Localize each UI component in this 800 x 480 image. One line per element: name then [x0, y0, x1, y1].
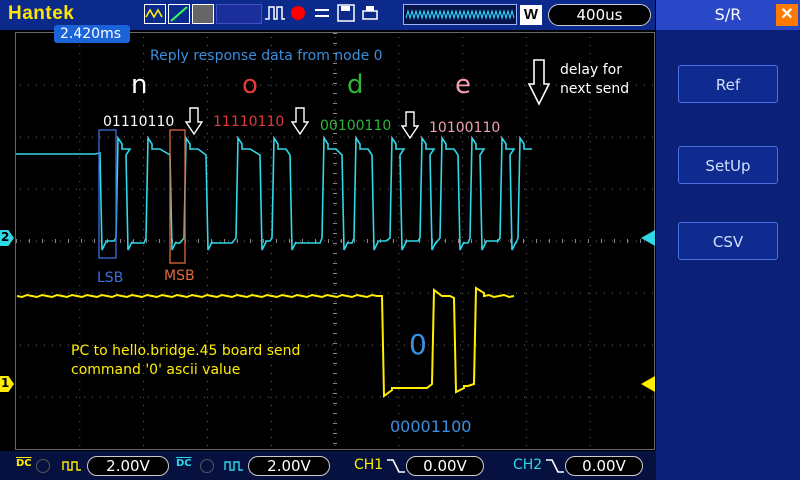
letter-n: n [131, 70, 148, 100]
ch1-waveform [16, 286, 515, 398]
ch1-probe-icon[interactable] [36, 459, 50, 473]
letter-e: e [455, 70, 471, 100]
byte-d: 00100110 [320, 118, 392, 134]
waveform-layer [16, 59, 551, 398]
ref-button[interactable]: Ref [678, 65, 778, 103]
down-arrow-icon [527, 59, 551, 106]
bottom-status-bar: DC 2.00V DC 2.00V CH1 0.00V CH2 0.00V [0, 451, 656, 480]
pc-caption-line1: PC to hello.bridge.45 board send [71, 343, 301, 359]
csv-button[interactable]: CSV [678, 222, 778, 260]
letter-o: o [242, 70, 258, 100]
ch1-edge-icon [386, 457, 406, 479]
zero-char-label: 0 [409, 328, 427, 361]
ch1-trigger-level[interactable]: 0.00V [406, 456, 484, 476]
delay-caption: delay for next send [560, 62, 630, 97]
ch2-volts-div[interactable]: 2.00V [248, 456, 330, 476]
msb-label: MSB [164, 268, 195, 284]
ch2-trigger-level[interactable]: 0.00V [565, 456, 643, 476]
reply-caption: Reply response data from node 0 [150, 48, 383, 64]
ch1-label: CH1 [354, 457, 384, 473]
byte-n: 01110110 [103, 114, 175, 130]
ch2-edge-icon [545, 457, 565, 479]
sr-panel: S/R ✕ Ref SetUp CSV [656, 0, 800, 480]
lsb-label: LSB [97, 270, 124, 286]
ch2-bwlimit-icon[interactable] [224, 458, 244, 478]
down-arrow-icon [184, 107, 204, 136]
ch1-bwlimit-icon[interactable] [62, 458, 82, 478]
byte-o: 11110110 [213, 114, 285, 130]
ch2-coupling-dc[interactable]: DC [176, 458, 192, 469]
ch2-probe-icon[interactable] [200, 459, 214, 473]
down-arrow-icon [290, 107, 310, 136]
setup-button[interactable]: SetUp [678, 146, 778, 184]
close-icon[interactable]: ✕ [776, 4, 798, 26]
zero-bits-label: 00001100 [390, 417, 472, 436]
ch2-waveform [16, 135, 532, 251]
ch2-label: CH2 [513, 457, 543, 473]
ch1-volts-div[interactable]: 2.00V [87, 456, 169, 476]
letter-d: d [347, 70, 364, 100]
down-arrow-icon [400, 111, 420, 140]
ch1-coupling-dc[interactable]: DC [16, 458, 32, 469]
pc-caption-line2: command '0' ascii value [71, 362, 241, 378]
byte-e: 10100110 [429, 120, 501, 136]
